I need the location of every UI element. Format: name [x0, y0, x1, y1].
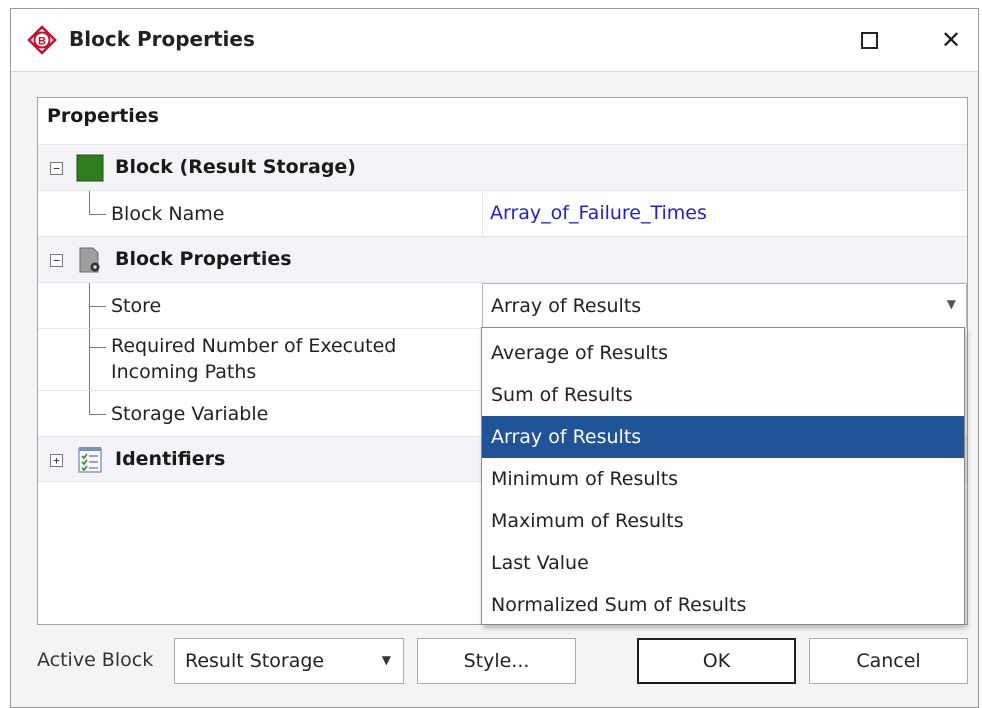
property-row-block-name[interactable]: Block Name Array_of_Failure_Times — [38, 190, 967, 236]
maximize-icon — [860, 31, 878, 49]
store-value: Array of Results — [491, 295, 642, 317]
dropdown-option-last-value[interactable]: Last Value — [482, 542, 964, 584]
grid-header: Properties — [47, 105, 159, 127]
dropdown-option-average[interactable]: Average of Results — [482, 332, 964, 374]
dropdown-option-normalized-sum[interactable]: Normalized Sum of Results — [482, 584, 964, 626]
cancel-button[interactable]: Cancel — [809, 638, 968, 684]
maximize-button[interactable] — [851, 23, 887, 57]
close-button[interactable]: ✕ — [933, 23, 969, 57]
ok-button[interactable]: OK — [637, 638, 796, 684]
tree-line — [89, 306, 106, 307]
property-label: Required Number of Executed Incoming Pat… — [111, 335, 397, 383]
checklist-icon — [78, 447, 102, 473]
chevron-down-icon: ▼ — [381, 653, 391, 667]
title-bar: B Block Properties ✕ — [11, 9, 978, 72]
property-label: Storage Variable — [111, 403, 269, 425]
active-block-select[interactable]: Result Storage ▼ — [174, 638, 404, 684]
store-dropdown-list[interactable]: Average of Results Sum of Results Array … — [481, 327, 965, 625]
block-name-value[interactable]: Array_of_Failure_Times — [490, 202, 707, 224]
tree-line — [89, 329, 90, 391]
tree-line — [89, 214, 106, 215]
dropdown-option-array[interactable]: Array of Results — [482, 416, 964, 458]
expand-icon[interactable]: + — [50, 454, 63, 467]
active-block-label: Active Block — [37, 649, 154, 671]
column-divider — [482, 191, 483, 236]
category-block-result-storage[interactable]: − Block (Result Storage) — [38, 144, 967, 190]
window-title: Block Properties — [69, 27, 255, 51]
store-combobox[interactable]: Array of Results ▼ — [482, 283, 967, 329]
green-block-icon — [76, 154, 104, 182]
dropdown-option-minimum[interactable]: Minimum of Results — [482, 458, 964, 500]
block-settings-icon — [79, 247, 100, 273]
collapse-icon[interactable]: − — [50, 254, 63, 267]
close-icon: ✕ — [940, 26, 962, 54]
category-label: Block Properties — [115, 248, 292, 270]
tree-line — [89, 347, 106, 348]
style-button[interactable]: Style... — [417, 638, 576, 684]
dropdown-arrow-icon[interactable]: ▼ — [947, 297, 956, 311]
property-row-store[interactable]: Store Array of Results ▼ — [38, 282, 967, 329]
dropdown-option-sum[interactable]: Sum of Results — [482, 374, 964, 416]
category-label: Identifiers — [115, 448, 226, 470]
dropdown-option-maximum[interactable]: Maximum of Results — [482, 500, 964, 542]
category-block-properties[interactable]: − Block Properties — [38, 236, 967, 282]
tree-line — [89, 391, 90, 414]
app-logo-icon: B — [27, 25, 57, 55]
svg-text:B: B — [38, 36, 46, 48]
tree-line — [89, 191, 90, 214]
property-label: Store — [111, 295, 162, 317]
property-label: Block Name — [111, 203, 225, 225]
active-block-value: Result Storage — [185, 650, 325, 672]
tree-line — [89, 414, 106, 415]
collapse-icon[interactable]: − — [50, 162, 63, 175]
category-label: Block (Result Storage) — [115, 156, 356, 178]
